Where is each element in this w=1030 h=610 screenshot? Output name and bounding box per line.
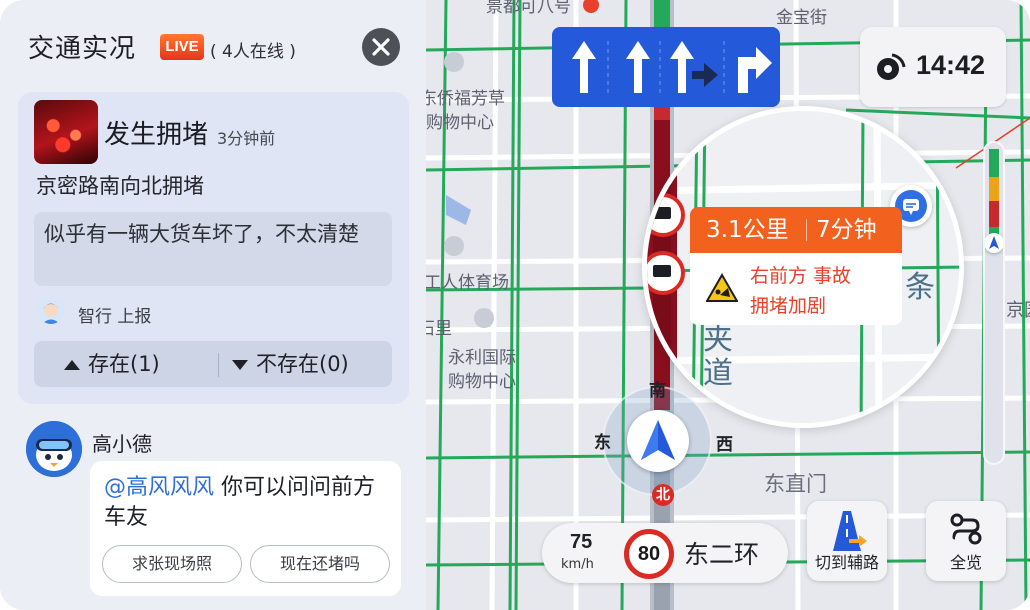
vote-not-exists-button[interactable]: 不存在(0) — [232, 341, 349, 387]
map-label: 京园 — [1006, 300, 1030, 321]
triangle-up-icon — [64, 360, 80, 370]
incident-type: 右前方 事故 — [750, 265, 852, 287]
overview-button[interactable]: 全览 — [926, 501, 1006, 581]
assistant-message: @高风风风 你可以问问前方车友 — [104, 473, 394, 533]
map-label: 工人体育场 — [426, 273, 509, 293]
app-frame: 交通实况 LIVE ( 4人在线 ) 发生拥堵 3分钟前 京密路南向北拥堵 似乎… — [0, 0, 1030, 610]
map-label: 石里 — [426, 319, 452, 339]
event-photo[interactable] — [34, 100, 98, 164]
compass-north: 北 — [652, 484, 674, 506]
event-time: 3分钟前 — [217, 129, 276, 148]
map-label: 永利国际 — [448, 348, 516, 368]
progress-segment-red — [989, 201, 999, 227]
overview-label: 全览 — [949, 553, 982, 572]
map-view[interactable]: 景都可八号 金宝街 东侨福芳草 购物中心 工人体育场 石里 永利国际 购物中心 … — [426, 0, 1030, 610]
incident-divider — [806, 219, 807, 241]
map-label: 购物中心 — [448, 372, 516, 392]
clock-time: 14:42 — [916, 50, 986, 80]
current-road-name: 东二环 — [684, 540, 760, 569]
speed-panel: 75 km/h 80 东二环 — [542, 523, 788, 583]
route-progress-bar — [983, 141, 1005, 465]
incident-card[interactable]: 3.1公里 7分钟 右前方 事故 拥堵加剧 — [690, 207, 902, 325]
current-speed: 75 — [570, 531, 593, 553]
map-label: 金宝街 — [776, 8, 827, 28]
route-overview-icon — [950, 513, 982, 545]
compass-south: 南 — [649, 381, 666, 401]
progress-segment-green — [989, 149, 999, 177]
triangle-down-icon — [232, 360, 248, 370]
incident-header: 3.1公里 7分钟 — [690, 207, 902, 253]
svg-text:夹: 夹 — [703, 322, 733, 357]
traffic-panel: 交通实况 LIVE ( 4人在线 ) 发生拥堵 3分钟前 京密路南向北拥堵 似乎… — [0, 0, 426, 610]
map-label: 购物中心 — [426, 113, 494, 133]
online-count: ( 4人在线 ) — [210, 42, 296, 62]
close-button[interactable] — [362, 28, 400, 66]
assistant-name: 高小德 — [92, 432, 152, 456]
compass-east: 东 — [594, 433, 611, 453]
car-position-marker — [627, 410, 689, 472]
assistant-avatar — [26, 421, 82, 477]
close-icon — [372, 38, 390, 56]
vote-not-exists-label: 不存在(0) — [256, 352, 349, 376]
report-card: 发生拥堵 3分钟前 京密路南向北拥堵 似乎有一辆大货车坏了，不太清楚 智行 上报… — [18, 92, 409, 404]
progress-segment-yellow — [989, 177, 999, 201]
live-badge: LIVE — [160, 34, 204, 60]
event-title: 发生拥堵 — [104, 120, 209, 150]
accident-warning-icon — [706, 273, 738, 302]
svg-text:条: 条 — [905, 270, 935, 305]
incident-eta: 7分钟 — [816, 217, 877, 243]
vote-exists-label: 存在(1) — [88, 352, 160, 376]
svg-text:道: 道 — [703, 356, 733, 391]
map-label: 东侨福芳草 — [426, 89, 505, 109]
switch-side-road-button[interactable]: 切到辅路 — [807, 501, 887, 581]
switch-side-road-label: 切到辅路 — [814, 553, 879, 572]
suggest-still-jammed-chip[interactable]: 现在还堵吗 — [250, 545, 390, 583]
navigation-arrow-icon — [641, 420, 675, 460]
assistant-message-bubble: @高风风风 你可以问问前方车友 求张现场照 现在还堵吗 — [90, 461, 401, 596]
speed-limit-sign: 80 — [624, 529, 674, 579]
reporter-label: 智行 上报 — [78, 307, 152, 327]
mention-link[interactable]: @高风风风 — [104, 475, 214, 500]
clock-widget: 14:42 — [860, 27, 1006, 107]
reporter-avatar — [38, 298, 64, 324]
incident-body: 右前方 事故 拥堵加剧 — [690, 253, 902, 325]
signal-icon — [877, 53, 906, 80]
lane-arrows-icon — [572, 41, 772, 93]
panel-title: 交通实况 — [28, 34, 137, 64]
incident-status: 拥堵加剧 — [750, 295, 827, 317]
incident-distance: 3.1公里 — [706, 217, 789, 243]
map-label: 东直门 — [764, 472, 827, 496]
progress-car-marker — [985, 233, 1003, 253]
event-comment: 似乎有一辆大货车坏了，不太清楚 — [34, 212, 392, 286]
compass-west: 西 — [716, 435, 733, 455]
lane-guidance — [552, 27, 780, 107]
speed-unit: km/h — [561, 557, 594, 572]
suggest-photo-chip[interactable]: 求张现场照 — [102, 545, 242, 583]
vote-divider — [218, 353, 219, 377]
side-road-icon — [833, 511, 867, 551]
map-label: 景都可八号 — [486, 0, 571, 17]
vote-bar: 存在(1) 不存在(0) — [34, 341, 392, 387]
event-road: 京密路南向北拥堵 — [36, 174, 204, 198]
vote-exists-button[interactable]: 存在(1) — [64, 341, 160, 387]
